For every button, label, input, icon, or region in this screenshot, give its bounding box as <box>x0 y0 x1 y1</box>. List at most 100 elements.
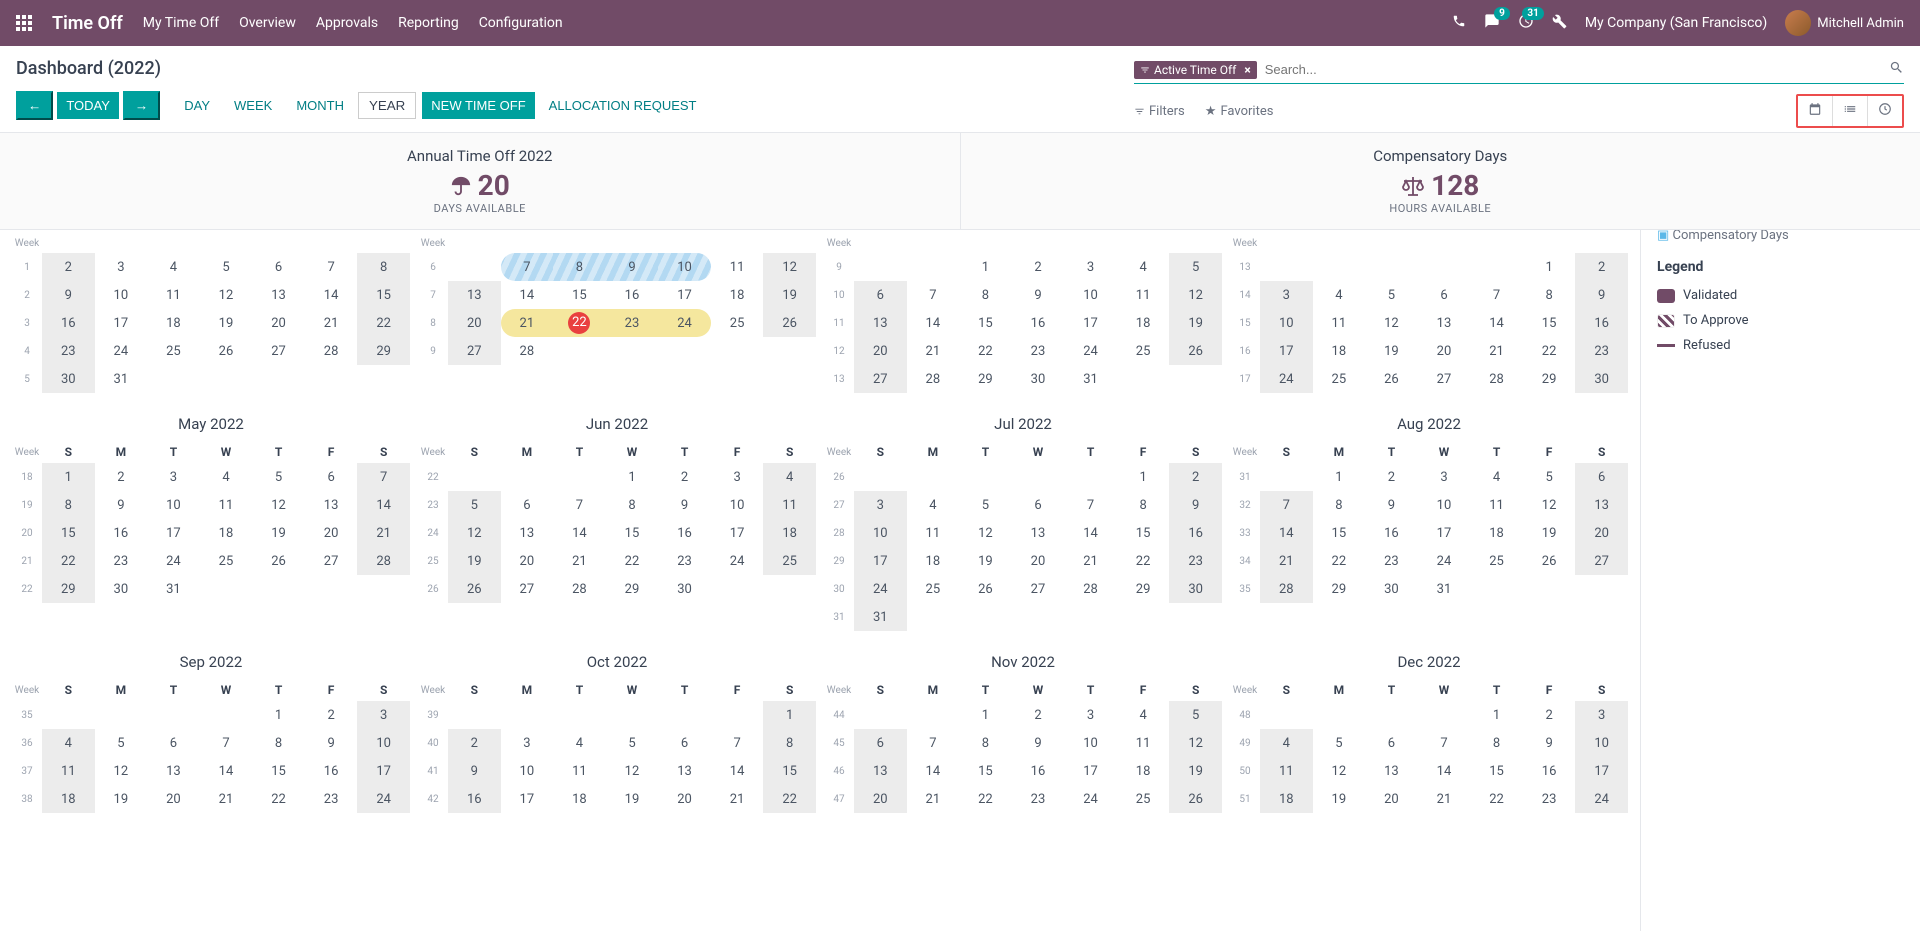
day-cell[interactable]: 26 <box>1365 365 1418 393</box>
day-cell[interactable]: 11 <box>907 519 960 547</box>
day-cell[interactable]: 5 <box>959 491 1012 519</box>
day-cell[interactable]: 7 <box>553 491 606 519</box>
day-cell[interactable]: 25 <box>711 309 764 337</box>
day-cell[interactable]: 10 <box>1575 729 1628 757</box>
day-cell[interactable]: 20 <box>854 785 907 813</box>
day-cell[interactable]: 4 <box>1313 281 1366 309</box>
day-cell[interactable]: 18 <box>147 309 200 337</box>
day-cell[interactable]: 21 <box>200 785 253 813</box>
day-cell[interactable]: 26 <box>448 575 501 603</box>
day-cell[interactable]: 20 <box>854 337 907 365</box>
day-cell[interactable]: 12 <box>252 491 305 519</box>
day-cell[interactable]: 8 <box>1470 729 1523 757</box>
day-cell[interactable]: 27 <box>305 547 358 575</box>
day-cell[interactable]: 4 <box>1117 701 1170 729</box>
search-input[interactable] <box>1257 58 1889 81</box>
day-cell[interactable]: 19 <box>1313 785 1366 813</box>
day-cell[interactable]: 21 <box>501 309 554 337</box>
view-day[interactable]: DAY <box>174 93 220 118</box>
day-cell[interactable]: 9 <box>1523 729 1576 757</box>
day-cell[interactable]: 18 <box>1260 785 1313 813</box>
day-cell[interactable]: 18 <box>711 281 764 309</box>
day-cell[interactable]: 2 <box>305 701 358 729</box>
day-cell[interactable]: 17 <box>357 757 410 785</box>
day-cell[interactable]: 17 <box>1418 519 1471 547</box>
day-cell[interactable]: 16 <box>658 519 711 547</box>
day-cell[interactable]: 2 <box>1012 701 1065 729</box>
day-cell[interactable]: 22 <box>1523 337 1576 365</box>
day-cell[interactable]: 9 <box>1012 729 1065 757</box>
day-cell[interactable]: 4 <box>1470 463 1523 491</box>
view-week[interactable]: WEEK <box>224 93 282 118</box>
day-cell[interactable]: 21 <box>907 337 960 365</box>
day-cell[interactable]: 1 <box>42 463 95 491</box>
day-cell[interactable]: 20 <box>658 785 711 813</box>
day-cell[interactable]: 1 <box>959 253 1012 281</box>
day-cell[interactable]: 9 <box>606 253 659 281</box>
day-cell[interactable]: 19 <box>200 309 253 337</box>
day-cell[interactable]: 31 <box>1064 365 1117 393</box>
day-cell[interactable]: 21 <box>1260 547 1313 575</box>
nav-my-time-off[interactable]: My Time Off <box>143 15 219 31</box>
day-cell[interactable]: 15 <box>959 757 1012 785</box>
day-cell[interactable]: 15 <box>42 519 95 547</box>
day-cell[interactable]: 30 <box>658 575 711 603</box>
day-cell[interactable]: 4 <box>1117 253 1170 281</box>
day-cell[interactable]: 17 <box>854 547 907 575</box>
day-cell[interactable]: 16 <box>42 309 95 337</box>
day-cell[interactable]: 20 <box>501 547 554 575</box>
day-cell[interactable]: 17 <box>1064 309 1117 337</box>
day-cell[interactable]: 5 <box>95 729 148 757</box>
day-cell[interactable]: 5 <box>448 491 501 519</box>
day-cell[interactable]: 2 <box>1012 253 1065 281</box>
day-cell[interactable]: 23 <box>95 547 148 575</box>
day-cell[interactable]: 20 <box>1012 547 1065 575</box>
day-cell[interactable]: 6 <box>1365 729 1418 757</box>
day-cell[interactable]: 17 <box>1575 757 1628 785</box>
day-cell[interactable]: 19 <box>1169 757 1222 785</box>
day-cell[interactable]: 16 <box>606 281 659 309</box>
favorites-button[interactable]: ★ Favorites <box>1205 104 1274 119</box>
day-cell[interactable]: 2 <box>95 463 148 491</box>
day-cell[interactable]: 22 <box>1470 785 1523 813</box>
day-cell[interactable]: 11 <box>763 491 816 519</box>
day-cell[interactable]: 2 <box>1365 463 1418 491</box>
today-button[interactable]: TODAY <box>57 92 119 119</box>
day-cell[interactable]: 22 <box>1117 547 1170 575</box>
day-cell[interactable]: 14 <box>501 281 554 309</box>
day-cell[interactable]: 10 <box>1260 309 1313 337</box>
day-cell[interactable]: 20 <box>147 785 200 813</box>
day-cell[interactable]: 11 <box>1117 729 1170 757</box>
day-cell[interactable]: 12 <box>200 281 253 309</box>
day-cell[interactable]: 12 <box>95 757 148 785</box>
day-cell[interactable]: 30 <box>1575 365 1628 393</box>
day-cell[interactable]: 8 <box>252 729 305 757</box>
day-cell[interactable]: 31 <box>95 365 148 393</box>
day-cell[interactable]: 10 <box>854 519 907 547</box>
user-menu[interactable]: Mitchell Admin <box>1785 10 1904 36</box>
day-cell[interactable]: 8 <box>959 281 1012 309</box>
day-cell[interactable]: 12 <box>1365 309 1418 337</box>
day-cell[interactable]: 2 <box>42 253 95 281</box>
day-cell[interactable]: 6 <box>658 729 711 757</box>
day-cell[interactable]: 24 <box>1575 785 1628 813</box>
day-cell[interactable]: 24 <box>658 309 711 337</box>
day-cell[interactable]: 31 <box>147 575 200 603</box>
day-cell[interactable]: 3 <box>854 491 907 519</box>
day-cell[interactable]: 11 <box>1117 281 1170 309</box>
day-cell[interactable]: 10 <box>95 281 148 309</box>
day-cell[interactable]: 23 <box>305 785 358 813</box>
day-cell[interactable]: 15 <box>1313 519 1366 547</box>
settings-icon[interactable] <box>1552 14 1567 33</box>
day-cell[interactable]: 8 <box>357 253 410 281</box>
day-cell[interactable]: 26 <box>1169 337 1222 365</box>
day-cell[interactable]: 12 <box>448 519 501 547</box>
day-cell[interactable]: 18 <box>763 519 816 547</box>
close-icon[interactable]: × <box>1244 63 1250 77</box>
day-cell[interactable]: 22 <box>959 337 1012 365</box>
day-cell[interactable]: 5 <box>606 729 659 757</box>
nav-reporting[interactable]: Reporting <box>398 15 459 31</box>
day-cell[interactable]: 11 <box>1313 309 1366 337</box>
day-cell[interactable]: 16 <box>305 757 358 785</box>
day-cell[interactable]: 29 <box>357 337 410 365</box>
